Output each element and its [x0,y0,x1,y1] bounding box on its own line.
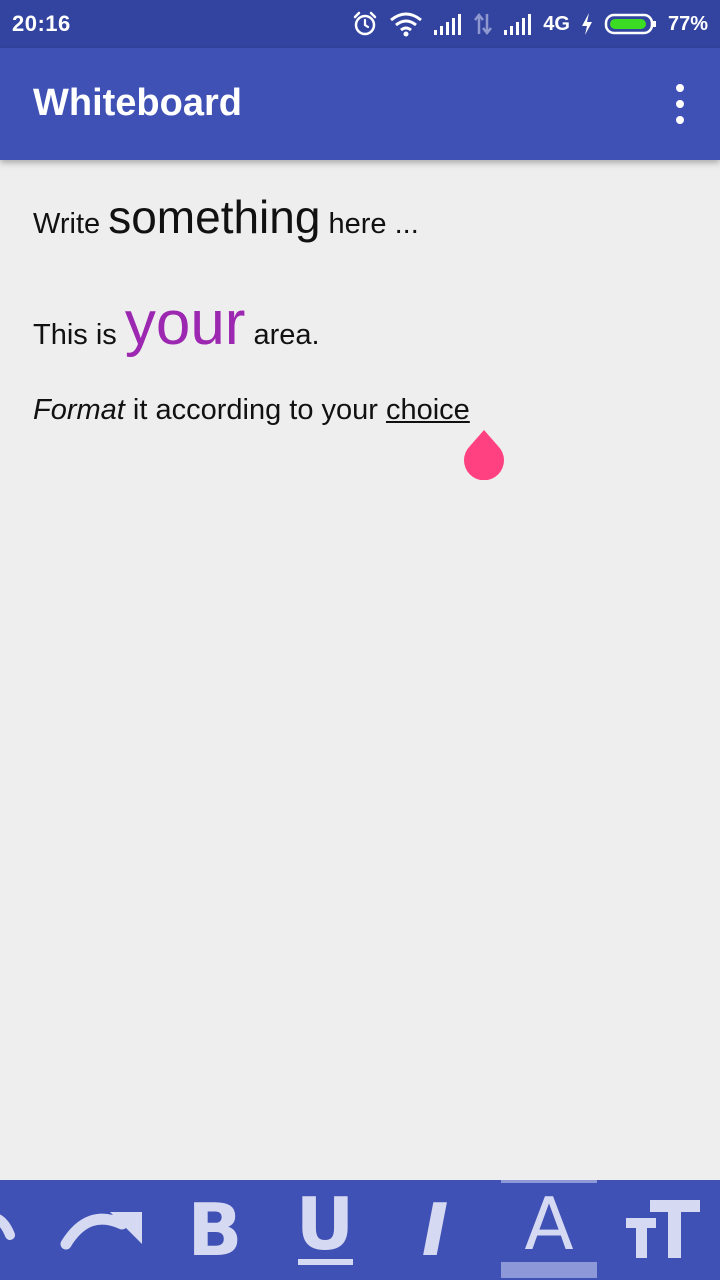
app-title: Whiteboard [33,82,242,124]
overflow-menu-icon[interactable] [668,84,692,124]
formatting-toolbar: B U I A [0,1180,720,1280]
undo-button[interactable] [0,1180,40,1280]
status-icons: 4G 77% [351,8,708,40]
underline-icon-bar [298,1259,353,1265]
text-normal: it according to your [124,394,386,426]
text-normal: here ... [320,208,419,240]
italic-button[interactable]: I [400,1180,470,1280]
wifi-icon [390,12,423,37]
text-underlined: choice [385,394,470,426]
text-cursor-handle[interactable] [464,430,504,480]
battery-percent: 77% [667,12,708,35]
status-time: 20:16 [12,11,71,36]
undo-icon [0,1214,15,1240]
battery-icon [604,13,656,35]
text-normal: This is [33,319,125,351]
signal-icon [504,14,532,35]
data-transfer-icon [474,12,493,36]
bold-button[interactable]: B [180,1180,250,1280]
charging-icon [581,13,592,35]
italic-icon: I [421,1188,449,1272]
text-color-icon: A [524,1182,574,1266]
network-type: 4G [543,12,570,35]
text-color-swatch [501,1262,597,1278]
underline-icon: U [295,1182,355,1266]
editor-line-2: This is your area. [33,288,320,359]
text-normal: area. [245,319,320,351]
alarm-icon [354,11,377,36]
text-color-active-indicator [501,1180,597,1183]
app-bar: Whiteboard [0,48,720,160]
status-bar: 20:16 4G 77% [0,0,720,48]
text-large: something [108,191,321,243]
text-normal: Write [33,208,109,240]
text-colored-large: your [124,289,246,358]
redo-button[interactable] [58,1180,144,1280]
text-italic: Format [33,394,125,426]
rich-text-editor[interactable]: Write something here ... This is your ar… [0,160,720,1180]
signal-icon [434,14,462,35]
text-size-icon [626,1200,700,1258]
bold-icon: B [187,1188,243,1272]
redo-icon [60,1212,142,1250]
editor-line-3: Format it according to your choice [33,394,470,427]
editor-line-1: Write something here ... [33,190,419,244]
underline-button[interactable]: U [288,1180,362,1280]
text-size-button[interactable] [620,1180,706,1280]
